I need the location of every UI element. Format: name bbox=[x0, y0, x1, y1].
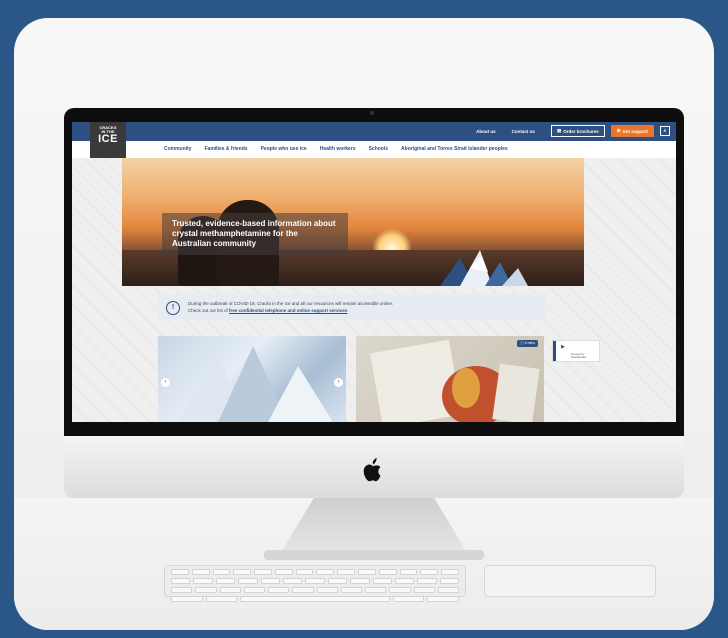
notice-line-2-suffix: . bbox=[347, 308, 349, 313]
brochure-icon: ▤ bbox=[556, 128, 562, 133]
carousel-prev-icon[interactable]: ‹ bbox=[161, 378, 170, 387]
order-brochures-button[interactable]: ▤ Order brochures bbox=[550, 125, 605, 137]
alert-icon: ! bbox=[166, 301, 180, 315]
photo-card: About us Contact us ▤ Order brochures ⊞ … bbox=[14, 18, 714, 630]
reading-time-badge: ⓘ 6 mins bbox=[517, 340, 538, 347]
readspeaker-widget[interactable]: ▶ Powered by ReadSpeaker bbox=[552, 340, 600, 362]
feature-card-crystal[interactable]: ‹ › bbox=[158, 336, 346, 422]
site-logo[interactable]: CRACKS IN THE ICE bbox=[90, 122, 126, 158]
trackpad bbox=[484, 565, 656, 597]
nav-item-schools[interactable]: Schools bbox=[369, 146, 388, 152]
notice-line-2-prefix: Check out our list of bbox=[188, 308, 230, 313]
contact-link[interactable]: Contact us bbox=[512, 129, 535, 134]
crystal-graphic bbox=[440, 250, 528, 286]
monitor-bezel: About us Contact us ▤ Order brochures ⊞ … bbox=[64, 108, 684, 436]
camera-icon bbox=[370, 111, 374, 115]
readspeaker-powered: Powered by ReadSpeaker bbox=[571, 353, 587, 359]
covid-notice: ! During the outbreak of COVID-19, Crack… bbox=[158, 294, 546, 320]
hero-heading: Trusted, evidence-based information abou… bbox=[162, 213, 348, 255]
notice-text: During the outbreak of COVID-19, Cracks … bbox=[188, 300, 393, 314]
about-link[interactable]: About us bbox=[476, 129, 496, 134]
feature-card-model[interactable]: ⓘ 6 mins bbox=[356, 336, 544, 422]
keyboard bbox=[164, 565, 466, 602]
monitor-stand-base bbox=[264, 550, 484, 560]
top-utility-bar: About us Contact us ▤ Order brochures ⊞ … bbox=[72, 122, 676, 141]
nav-item-aboriginal[interactable]: Aboriginal and Torres Strait Islander pe… bbox=[401, 146, 508, 152]
notice-line-1: During the outbreak of COVID-19, Cracks … bbox=[188, 301, 394, 306]
get-support-button[interactable]: ⊞ Get support bbox=[610, 125, 654, 137]
nav-item-people-who-use-ice[interactable]: People who use ice bbox=[261, 146, 307, 152]
nav-item-community[interactable]: Community bbox=[164, 146, 192, 152]
search-icon[interactable]: ⌕ bbox=[660, 126, 670, 136]
hero-banner: Trusted, evidence-based information abou… bbox=[122, 158, 584, 286]
apple-logo-icon bbox=[363, 458, 381, 482]
order-brochures-label: Order brochures bbox=[563, 128, 599, 134]
nav-item-families[interactable]: Families & friends bbox=[205, 146, 248, 152]
anatomy-model-image bbox=[370, 339, 540, 422]
support-services-link[interactable]: free confidential telephone and online s… bbox=[229, 308, 347, 313]
readspeaker-bar bbox=[553, 341, 556, 361]
play-icon[interactable]: ▶ bbox=[561, 344, 565, 350]
monitor-screen: About us Contact us ▤ Order brochures ⊞ … bbox=[72, 122, 676, 422]
carousel-next-icon[interactable]: › bbox=[334, 378, 343, 387]
nav-item-health-workers[interactable]: Health workers bbox=[320, 146, 356, 152]
crystal-image bbox=[178, 346, 333, 422]
get-support-label: Get support bbox=[622, 128, 649, 134]
top-links: About us Contact us ▤ Order brochures ⊞ … bbox=[476, 125, 670, 137]
logo-line-2: ICE bbox=[98, 133, 118, 145]
support-icon: ⊞ bbox=[616, 128, 621, 133]
monitor-chin bbox=[64, 436, 684, 498]
main-nav: Community Families & friends People who … bbox=[72, 141, 676, 158]
